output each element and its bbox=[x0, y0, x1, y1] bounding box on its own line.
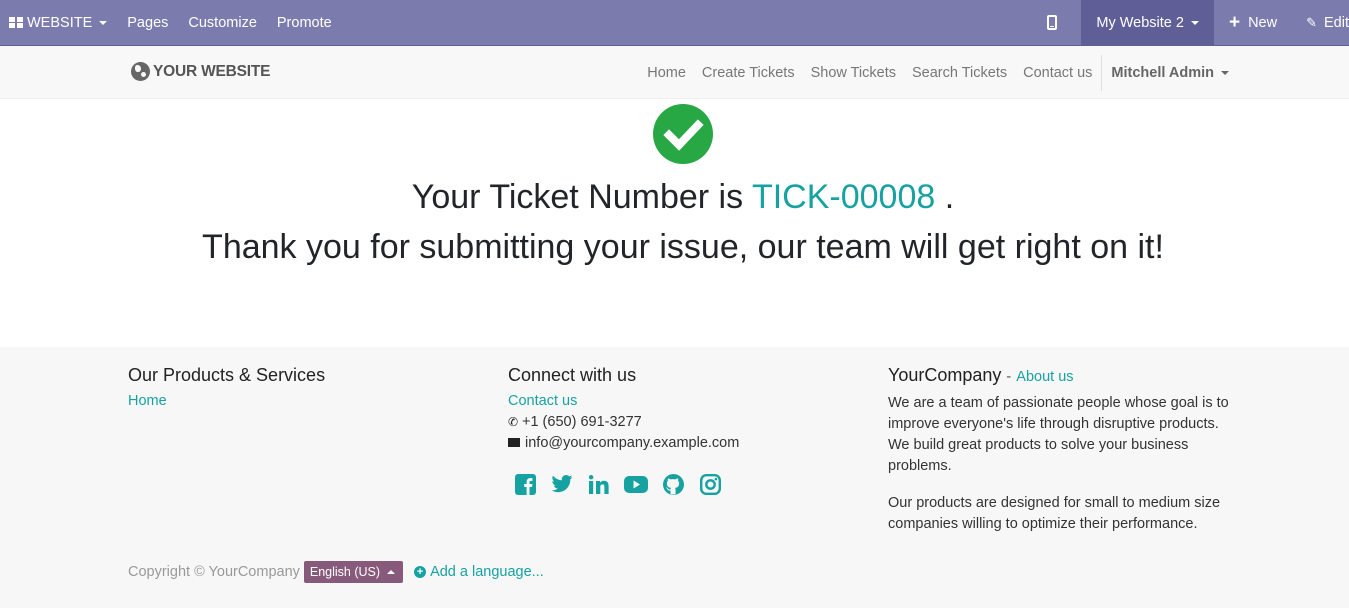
footer-home-link[interactable]: Home bbox=[128, 391, 468, 412]
linkedin-icon[interactable] bbox=[587, 472, 611, 496]
plus-circle-icon: + bbox=[414, 566, 427, 578]
email-address: info@yourcompany.example.com bbox=[525, 435, 740, 451]
website-apps-menu[interactable]: WEBSITE bbox=[0, 0, 117, 45]
new-button[interactable]: + New bbox=[1214, 0, 1287, 45]
pencil-icon: ✎ bbox=[1306, 14, 1317, 30]
instagram-icon[interactable] bbox=[698, 472, 722, 496]
chevron-down-icon bbox=[1190, 20, 1199, 25]
success-check-icon bbox=[653, 104, 713, 164]
ticket-suffix: . bbox=[944, 178, 955, 216]
footer-contact-link[interactable]: Contact us bbox=[508, 391, 848, 412]
company-name: YourCompany bbox=[888, 365, 1002, 385]
nav-contact-us[interactable]: Contact us bbox=[1015, 65, 1100, 81]
phone-number: +1 (650) 691-3277 bbox=[522, 414, 642, 430]
youtube-icon[interactable] bbox=[624, 472, 648, 496]
title-dash: - bbox=[1006, 369, 1012, 385]
language-selector[interactable]: English (US) bbox=[303, 561, 404, 583]
nav-create-tickets[interactable]: Create Tickets bbox=[694, 65, 803, 81]
twitter-icon[interactable] bbox=[550, 472, 574, 496]
add-language-label: Add a language... bbox=[430, 564, 544, 580]
envelope-icon bbox=[508, 437, 520, 447]
footer-products-column: Our Products & Services Home bbox=[128, 364, 468, 412]
main-nav: Home Create Tickets Show Tickets Search … bbox=[639, 46, 1349, 100]
thank-you-message: Thank you for submitting your issue, our… bbox=[202, 228, 1164, 266]
about-us-link[interactable]: About us bbox=[1016, 369, 1073, 385]
apps-grid-icon bbox=[9, 17, 23, 28]
mobile-preview-button[interactable] bbox=[1037, 0, 1067, 45]
new-button-label: New bbox=[1248, 14, 1278, 31]
site-footer: Our Products & Services Home Connect wit… bbox=[0, 347, 1349, 608]
menu-pages[interactable]: Pages bbox=[117, 0, 178, 45]
menu-promote[interactable]: Promote bbox=[267, 0, 342, 45]
add-language-link[interactable]: + Add a language... bbox=[414, 564, 544, 580]
language-label: English (US) bbox=[309, 565, 381, 579]
plus-icon: + bbox=[1228, 12, 1241, 33]
nav-home[interactable]: Home bbox=[639, 65, 694, 81]
website-switcher[interactable]: My Website 2 bbox=[1081, 0, 1214, 45]
chevron-down-icon bbox=[99, 20, 108, 25]
footer-about-title: YourCompany - About us bbox=[888, 364, 1233, 388]
copyright-text: Copyright © YourCompany bbox=[128, 564, 300, 580]
chevron-up-icon bbox=[387, 570, 396, 574]
nav-divider bbox=[1101, 55, 1103, 91]
social-links bbox=[513, 472, 848, 496]
edit-button-label: Edit bbox=[1324, 14, 1349, 31]
github-icon[interactable] bbox=[661, 472, 685, 496]
footer-about-column: YourCompany - About us We are a team of … bbox=[888, 364, 1233, 551]
footer-products-title: Our Products & Services bbox=[128, 365, 326, 385]
logo-text: YOUR WEBSITE bbox=[153, 62, 271, 80]
footer-connect-title: Connect with us bbox=[508, 365, 637, 385]
website-switcher-label: My Website 2 bbox=[1096, 14, 1184, 31]
footer-connect-column: Connect with us Contact us ✆ +1 (650) 691… bbox=[508, 364, 848, 496]
user-menu[interactable]: Mitchell Admin bbox=[1103, 65, 1237, 81]
apps-menu-label: WEBSITE bbox=[27, 14, 93, 31]
footer-email: info@yourcompany.example.com bbox=[508, 433, 848, 454]
main-content: Your Ticket Number is TICK-00008 . Thank… bbox=[0, 99, 1349, 347]
about-paragraph-2: Our products are designed for small to m… bbox=[888, 495, 1221, 532]
footer-bottom-bar: Copyright © YourCompany English (US) + A… bbox=[128, 561, 544, 583]
chevron-down-icon bbox=[1221, 71, 1229, 75]
nav-search-tickets[interactable]: Search Tickets bbox=[904, 65, 1015, 81]
facebook-icon[interactable] bbox=[513, 472, 537, 496]
mobile-icon bbox=[1047, 15, 1058, 30]
ticket-number-link[interactable]: TICK-00008 bbox=[752, 178, 935, 216]
edit-button[interactable]: ✎ Edit bbox=[1287, 0, 1349, 45]
ticket-prefix: Your Ticket Number is bbox=[411, 178, 744, 216]
admin-toolbar: WEBSITE Pages Customize Promote My Websi… bbox=[0, 0, 1349, 45]
nav-show-tickets[interactable]: Show Tickets bbox=[803, 65, 904, 81]
ticket-number-heading: Your Ticket Number is TICK-00008 . bbox=[0, 176, 1349, 218]
site-header: YOUR WEBSITE Home Create Tickets Show Ti… bbox=[0, 45, 1349, 99]
about-paragraph-1: We are a team of passionate people whose… bbox=[888, 395, 1229, 474]
footer-phone: ✆ +1 (650) 691-3277 bbox=[508, 412, 848, 433]
site-logo[interactable]: YOUR WEBSITE bbox=[131, 62, 271, 81]
user-name: Mitchell Admin bbox=[1111, 65, 1214, 81]
phone-icon: ✆ bbox=[508, 415, 519, 429]
menu-customize[interactable]: Customize bbox=[178, 0, 267, 45]
globe-icon bbox=[131, 62, 150, 81]
